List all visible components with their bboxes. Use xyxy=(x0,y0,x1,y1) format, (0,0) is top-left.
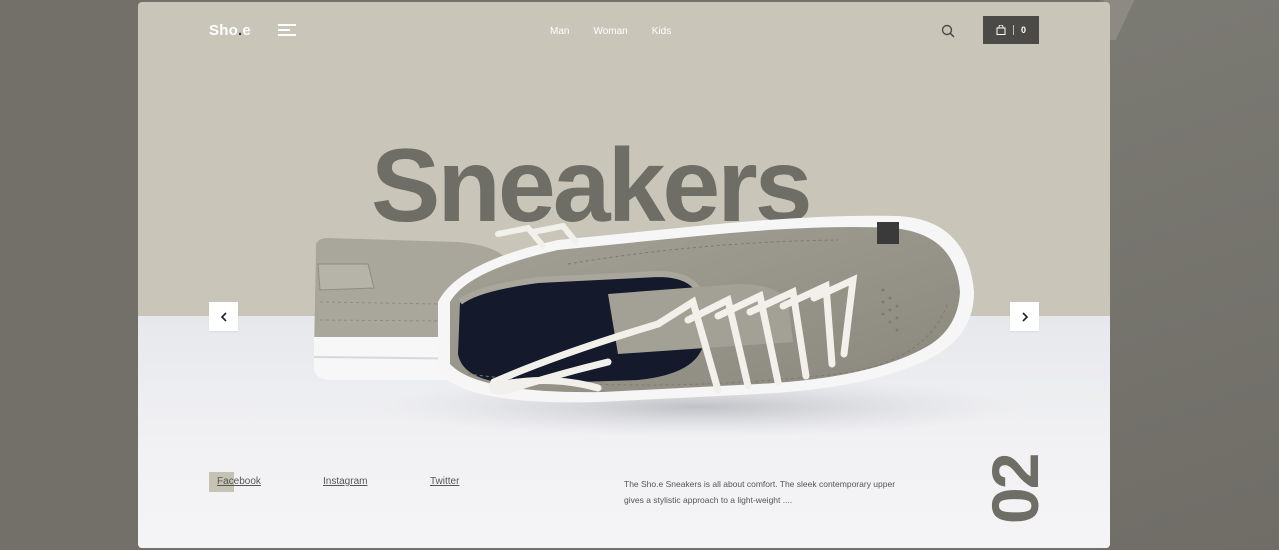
twitter-link[interactable]: Twitter xyxy=(430,476,459,487)
next-slide-button[interactable] xyxy=(1010,302,1039,331)
headline-accent-square xyxy=(877,222,899,244)
slide-number: 02 xyxy=(986,454,1040,524)
slide-number-text: 02 xyxy=(986,454,1040,524)
prev-slide-button[interactable] xyxy=(209,302,238,331)
background-panel xyxy=(1100,0,1279,550)
chevron-left-icon xyxy=(220,311,227,322)
sneakers-image xyxy=(313,215,1018,437)
product-description: The Sho.e Sneakers is all about comfort.… xyxy=(624,479,896,505)
instagram-link[interactable]: Instagram xyxy=(323,476,367,487)
hero-card: Sho.e Man Woman Kids 0 Sneakers Facebook… xyxy=(138,2,1110,548)
chevron-right-icon xyxy=(1021,311,1028,322)
facebook-link[interactable]: Facebook xyxy=(217,476,261,487)
